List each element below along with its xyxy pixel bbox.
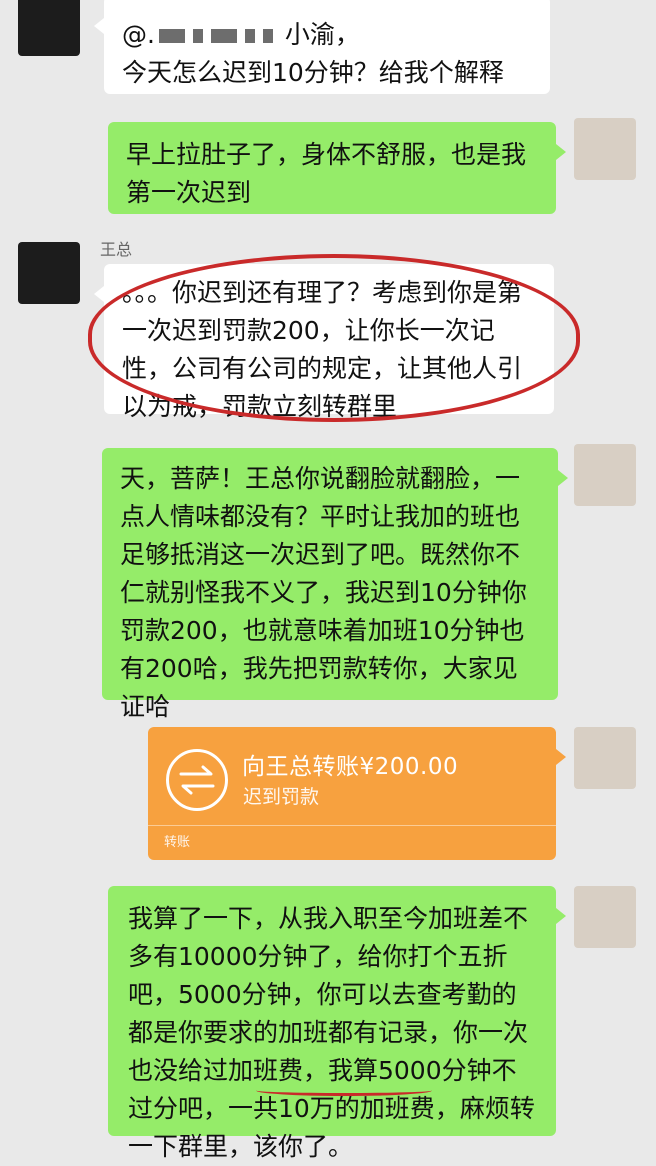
avatar-self[interactable] <box>574 444 636 506</box>
message-text: 天，菩萨！王总你说翻脸就翻脸，一点人情味都没有？平时让我加的班也足够抵消这一次迟… <box>120 464 527 721</box>
highlight-circle <box>88 254 580 422</box>
avatar-self[interactable] <box>574 886 636 948</box>
message-line: @. 小渝， <box>122 16 532 54</box>
message-bubble-self-2[interactable]: 天，菩萨！王总你说翻脸就翻脸，一点人情味都没有？平时让我加的班也足够抵消这一次迟… <box>102 448 568 721</box>
mention-suffix: 小渝， <box>284 20 360 49</box>
avatar-self[interactable] <box>574 727 636 789</box>
redaction-mask <box>244 29 255 43</box>
transfer-card[interactable]: 向王总转账¥200.00 迟到罚款 转账 <box>148 727 566 860</box>
message-bubble-boss-1[interactable]: @. 小渝， 今天怎么迟到10分钟？给我个解释 <box>94 0 550 94</box>
message-bubble-self-3[interactable]: 我算了一下，从我入职至今加班差不多有10000分钟了，给你打个五折吧，5000分… <box>108 886 566 1161</box>
divider <box>148 825 556 826</box>
message-text: 我算了一下，从我入职至今加班差不多有10000分钟了，给你打个五折吧，5000分… <box>128 904 535 1161</box>
transfer-footer-label: 转账 <box>164 835 191 850</box>
transfer-amount-title: 向王总转账¥200.00 <box>242 754 459 780</box>
redaction-mask <box>158 29 185 43</box>
sender-name: 王总 <box>100 240 133 259</box>
avatar-boss[interactable] <box>18 242 80 304</box>
highlight-underline <box>256 1085 432 1096</box>
message-bubble-self-1[interactable]: 早上拉肚子了，身体不舒服，也是我第一次迟到 <box>108 122 566 214</box>
redaction-mask <box>210 29 237 43</box>
avatar-boss[interactable] <box>18 0 80 56</box>
message-text: 早上拉肚子了，身体不舒服，也是我第一次迟到 <box>126 140 527 207</box>
avatar-self[interactable] <box>574 118 636 180</box>
transfer-arrows-icon <box>166 749 228 811</box>
transfer-note: 迟到罚款 <box>243 786 320 808</box>
message-line: 今天怎么迟到10分钟？给我个解释 <box>122 58 504 87</box>
redaction-mask <box>192 29 203 43</box>
mention-prefix: @. <box>122 20 155 49</box>
redaction-mask <box>262 29 273 43</box>
